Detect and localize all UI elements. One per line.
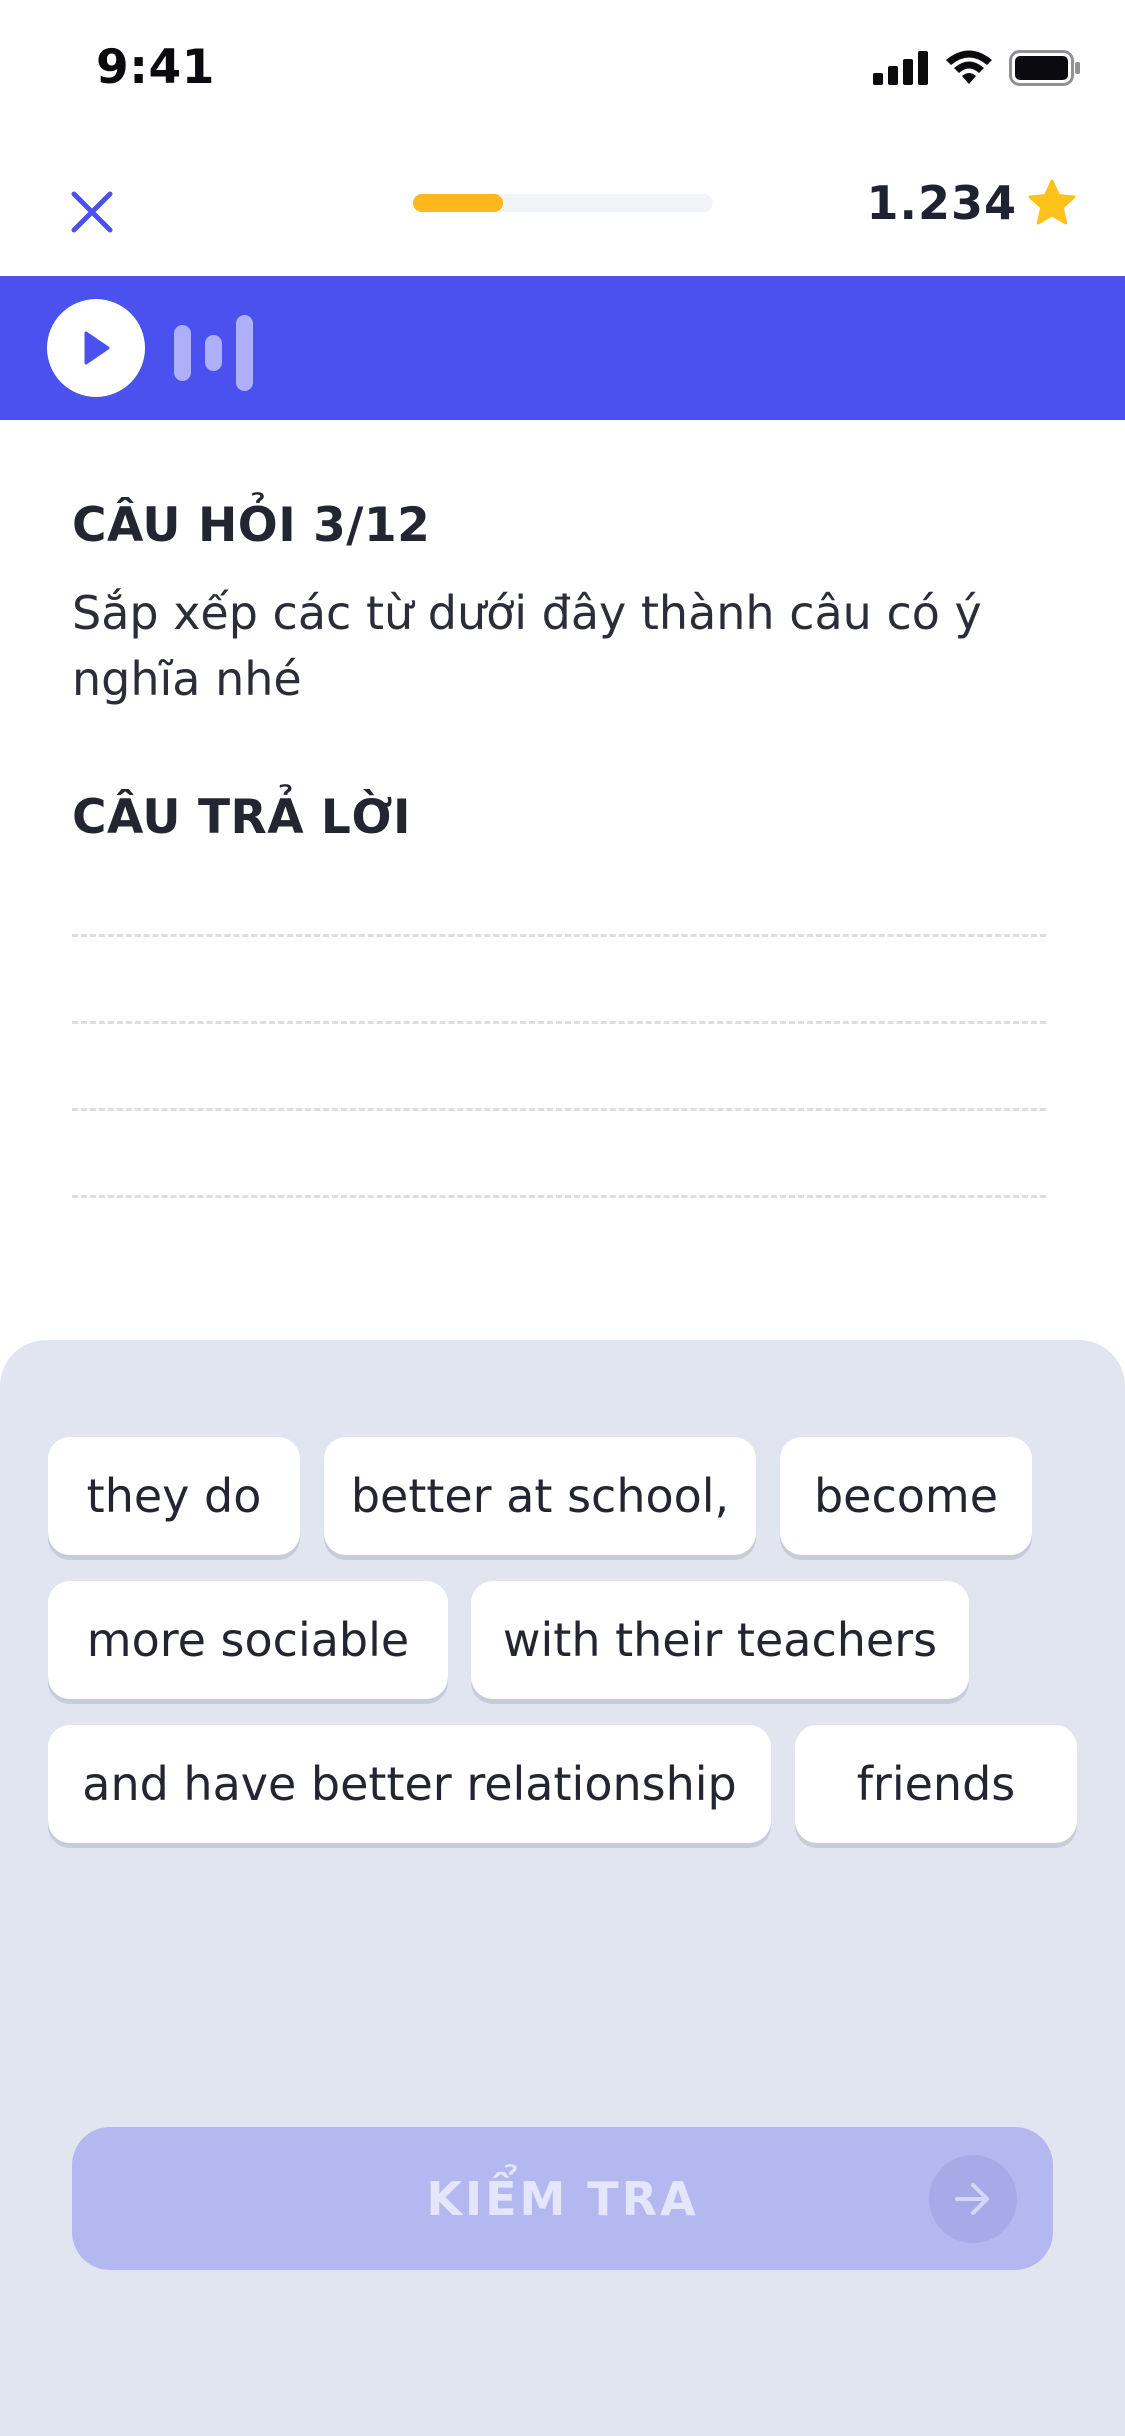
star-icon [1028,179,1076,225]
play-audio-button[interactable] [47,299,145,397]
check-answer-label: KIỂM TRA [426,2171,699,2226]
word-chip[interactable]: more sociable [48,1581,448,1699]
word-chip[interactable]: they do [48,1437,300,1555]
status-icons [873,50,1081,86]
close-button[interactable] [62,182,122,242]
lesson-progress-fill [413,194,503,212]
answer-line[interactable] [72,1108,1046,1111]
wifi-icon [946,50,992,84]
audio-wave-icon [174,315,253,391]
score-value: 1.234 [866,176,1017,230]
answer-line[interactable] [72,934,1046,937]
word-chip[interactable]: and have better relationship [48,1725,771,1843]
question-label: CÂU HỎI 3/12 [72,498,431,553]
word-chip[interactable]: friends [795,1725,1077,1843]
arrow-right-icon [929,2155,1017,2243]
close-icon [71,191,113,233]
check-answer-button[interactable]: KIỂM TRA [72,2127,1053,2270]
word-chip[interactable]: become [780,1437,1032,1555]
audio-player-bar [0,276,1125,420]
status-time: 9:41 [96,40,215,95]
word-chip[interactable]: better at school, [324,1437,756,1555]
battery-icon [1009,50,1080,86]
score: 1.234 [866,176,1077,230]
answer-line[interactable] [72,1195,1046,1198]
signal-icon [873,51,928,85]
lesson-progress-bar [413,194,713,212]
play-icon [84,331,110,365]
word-chip[interactable]: with their teachers [471,1581,969,1699]
answer-line[interactable] [72,1021,1046,1024]
answer-label: CÂU TRẢ LỜI [72,790,411,845]
question-text: Sắp xếp các từ dưới đây thành câu có ý n… [72,586,982,706]
status-bar: 9:41 [0,0,1125,135]
